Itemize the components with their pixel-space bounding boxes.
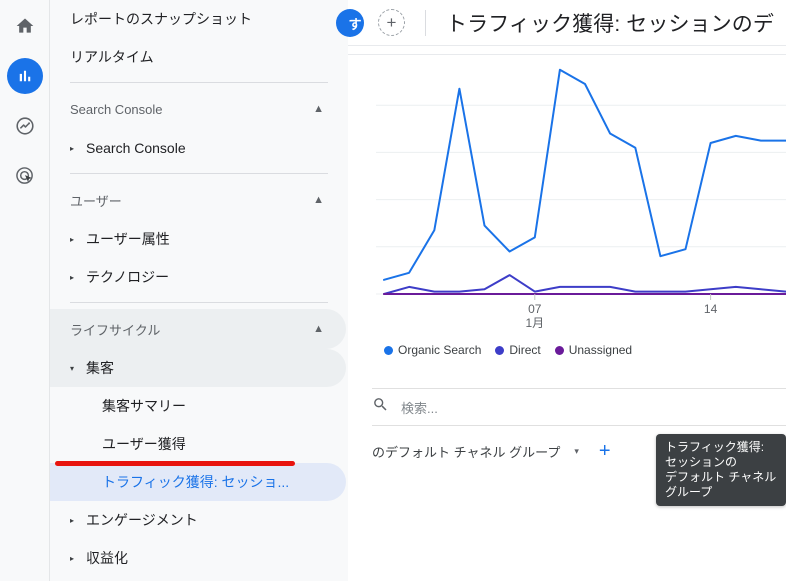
legend-item-organic-search[interactable]: Organic Search — [384, 343, 481, 357]
chevron-right-icon: ▸ — [70, 234, 75, 244]
advertising-icon-button[interactable] — [7, 158, 43, 194]
sidebar-item-monetization[interactable]: ▸ 収益化 — [50, 539, 346, 577]
sidebar-section-label: Search Console — [70, 101, 163, 117]
sidebar-item-label: Search Console — [86, 140, 186, 156]
report-navigation-panel: レポートのスナップショット リアルタイム Search Console ▲ ▸ … — [50, 0, 348, 581]
explore-trend-icon — [14, 115, 36, 137]
sidebar-item-realtime[interactable]: リアルタイム — [50, 38, 348, 76]
legend-color-dot — [495, 345, 505, 355]
explore-icon-button[interactable] — [7, 108, 43, 144]
annotation-underline — [55, 461, 295, 466]
sidebar-divider — [70, 173, 328, 174]
sidebar-section-user[interactable]: ユーザー ▲ — [50, 180, 346, 220]
search-icon — [372, 396, 389, 418]
sidebar-section-label: ユーザー — [70, 193, 122, 209]
avatar[interactable]: す — [336, 9, 364, 37]
chevron-up-icon: ▲ — [313, 102, 324, 115]
chevron-down-icon[interactable]: ▾ — [574, 446, 579, 457]
sidebar-item-user-acquisition[interactable]: ユーザー獲得 — [50, 425, 346, 463]
legend-color-dot — [554, 345, 564, 355]
home-icon-button[interactable] — [7, 8, 43, 44]
hover-tooltip: トラフィック獲得: セッションの デフォルト チャネル グループ — [656, 434, 786, 506]
chevron-up-icon: ▲ — [313, 193, 324, 206]
sidebar-item-label: ユーザー属性 — [86, 231, 170, 247]
sidebar-item-label: トラフィック獲得: セッショ... — [102, 474, 290, 490]
chevron-up-icon: ▲ — [313, 322, 324, 335]
chevron-right-icon: ▸ — [70, 143, 75, 153]
sidebar-item-label: 収益化 — [86, 550, 128, 566]
sidebar-item-label: レポートのスナップショット — [70, 11, 252, 27]
reports-icon-button[interactable] — [7, 58, 43, 94]
sidebar-item-technology[interactable]: ▸ テクノロジー — [50, 258, 346, 296]
sidebar-item-acquisition[interactable]: ▾ 集客 — [50, 349, 346, 387]
page-header: す + トラフィック獲得: セッションのデ — [336, 0, 786, 46]
plus-icon: + — [386, 12, 397, 32]
sessions-line-chart: 07 1月 14 Organic Search Direct Unassigned — [348, 46, 786, 366]
svg-text:1月: 1月 — [525, 316, 544, 330]
page-title: トラフィック獲得: セッションのデ — [446, 13, 774, 36]
sidebar-item-engagement[interactable]: ▸ エンゲージメント — [50, 501, 346, 539]
sidebar-item-search-console[interactable]: ▸ Search Console — [50, 129, 346, 167]
sidebar-item-user-attributes[interactable]: ▸ ユーザー属性 — [50, 220, 346, 258]
sidebar-divider — [70, 302, 328, 303]
chart-legend: Organic Search Direct Unassigned — [384, 343, 632, 357]
add-comparison-button[interactable]: + — [378, 9, 405, 36]
icon-rail — [0, 0, 50, 581]
legend-label: Direct — [509, 343, 541, 357]
chevron-down-icon: ▾ — [70, 363, 75, 373]
home-icon — [15, 16, 35, 36]
sidebar-section-search-console[interactable]: Search Console ▲ — [50, 89, 346, 129]
legend-item-direct[interactable]: Direct — [495, 343, 541, 357]
sidebar-item-label: テクノロジー — [86, 269, 170, 285]
search-input[interactable]: 検索... — [401, 398, 438, 417]
chevron-right-icon: ▸ — [70, 272, 75, 282]
sidebar-section-label: ライフサイクル — [70, 322, 161, 338]
legend-color-dot — [384, 345, 393, 355]
sidebar-item-reports-snapshot[interactable]: レポートのスナップショット — [50, 0, 348, 38]
main-content: す + トラフィック獲得: セッションのデ 07 1月 14 Organic Sea… — [336, 0, 786, 581]
advertising-target-icon — [14, 165, 36, 187]
chart-plot-area[interactable]: 071月 14 — [348, 54, 786, 344]
sidebar-item-label: エンゲージメント — [86, 512, 198, 528]
header-separator — [425, 10, 426, 36]
legend-item-unassigned[interactable]: Unassigned — [554, 343, 633, 357]
legend-label: Organic Search — [398, 343, 482, 357]
svg-text:07: 07 — [528, 302, 542, 316]
svg-text:14: 14 — [704, 302, 718, 316]
sidebar-item-retention[interactable]: 維持率 — [50, 577, 346, 581]
avatar-letter: す — [348, 16, 362, 32]
sidebar-section-lifecycle[interactable]: ライフサイクル ▲ — [50, 309, 346, 349]
sidebar-item-label: 集客 — [86, 360, 114, 376]
table-search-row[interactable]: 検索... — [372, 388, 786, 426]
chevron-right-icon: ▸ — [70, 515, 75, 525]
sidebar-item-label: ユーザー獲得 — [102, 436, 186, 452]
add-dimension-icon[interactable]: + — [599, 441, 611, 461]
analytics-app-window: レポートのスナップショット リアルタイム Search Console ▲ ▸ … — [0, 0, 786, 581]
sidebar-item-traffic-acquisition[interactable]: トラフィック獲得: セッショ... — [50, 463, 346, 501]
chevron-right-icon: ▸ — [70, 553, 75, 563]
legend-label: Unassigned — [568, 343, 633, 357]
sidebar-item-acquisition-summary[interactable]: 集客サマリー — [50, 387, 346, 425]
sidebar-item-label: リアルタイム — [70, 49, 154, 65]
dimension-name[interactable]: のデフォルト チャネル グループ — [372, 442, 560, 461]
sidebar-divider — [70, 82, 328, 83]
reports-bar-chart-icon — [16, 67, 34, 85]
sidebar-item-label: 集客サマリー — [102, 398, 186, 414]
